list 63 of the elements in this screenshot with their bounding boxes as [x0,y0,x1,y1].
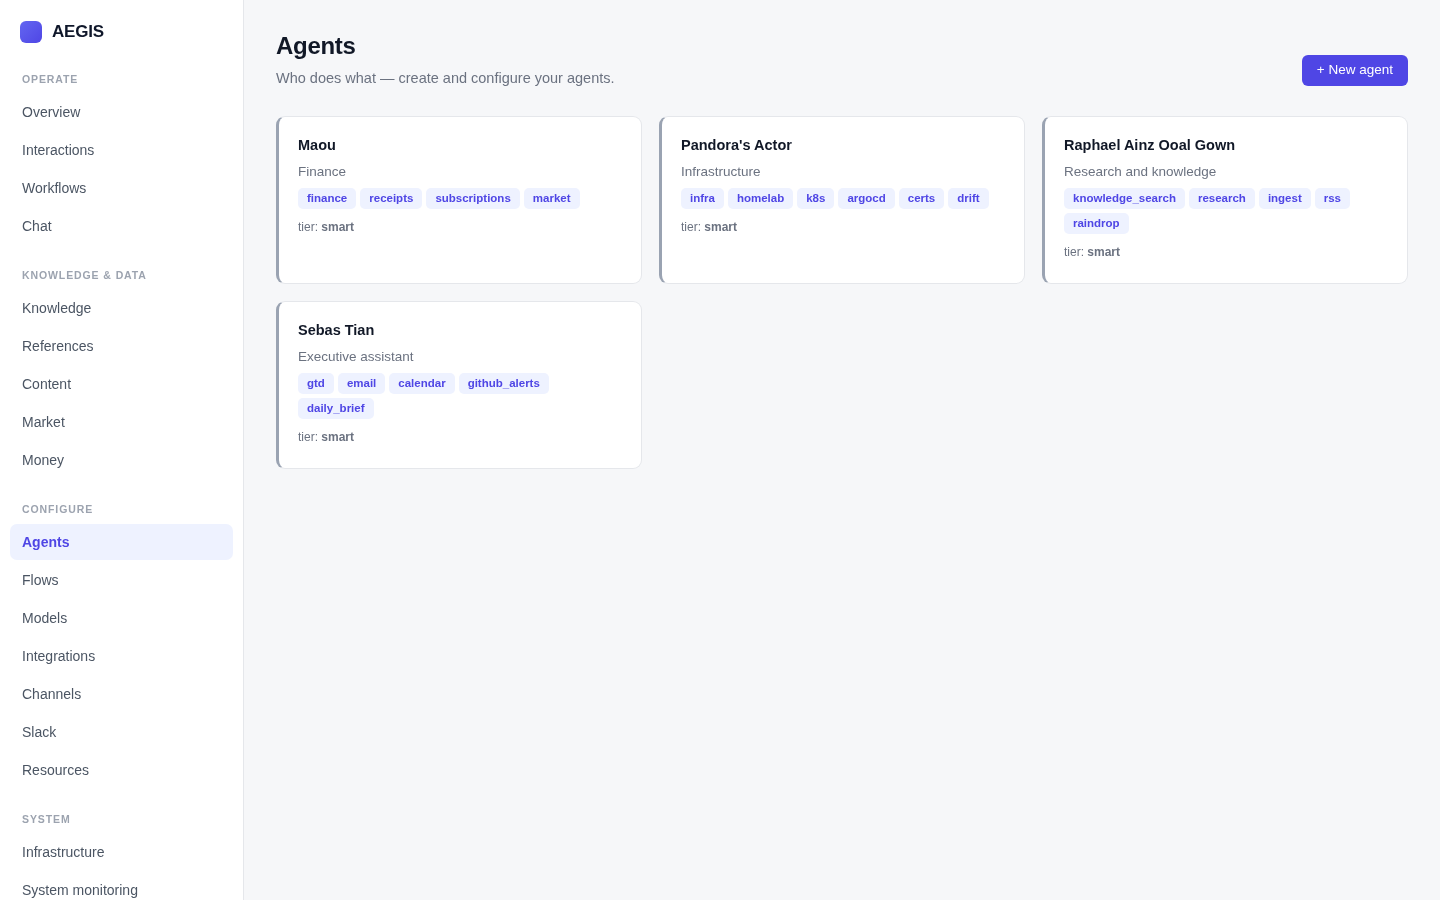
agent-name: Sebas Tian [298,321,376,340]
sidebar-item[interactable]: Agents [10,523,233,560]
agent-name: Raphael Ainz Ooal Gown [1064,136,1237,155]
skill-tag: knowledge_search [1064,188,1185,209]
skill-tag: k8s [797,188,835,209]
agent-role: Infrastructure [681,163,762,181]
skill-tag: ingest [1258,188,1311,209]
brand-name: AEGIS [52,21,104,43]
skill-tag: email [337,373,386,394]
sidebar-item[interactable]: Interactions [10,131,233,168]
agent-name: Pandora's Actor [681,136,793,155]
agent-card[interactable]: Pandora's Actor Infrastructure infra homelab k8s argocd certs drift tier: smart [659,116,1025,284]
agent-card[interactable]: Sebas Tian Executive assistant gtd email calendar github_alerts daily_brief tier: smart [276,301,642,469]
tier-text: tier: smart [298,219,356,235]
skill-tag: gtd [298,373,334,394]
agent-role: Finance [298,163,348,181]
agent-role: Executive assistant [298,348,415,366]
sidebar-item[interactable]: System monitoring [10,871,233,900]
skill-tag: subscriptions [426,188,520,209]
tier-text: tier: smart [681,219,739,235]
skill-tag: argocd [838,188,895,209]
agent-role: Research and knowledge [1064,163,1218,181]
sidebar-item[interactable]: Workflows [10,169,233,206]
skill-tag: research [1188,188,1255,209]
section-heading: OPERATE [21,71,79,86]
sidebar-item[interactable]: Market [10,403,233,440]
sidebar-item[interactable]: Resources [10,751,233,788]
skill-tag: raindrop [1064,213,1129,234]
section-heading: SYSTEM [21,811,71,826]
sidebar-item[interactable]: Infrastructure [10,833,233,870]
tier-text: tier: smart [1064,244,1122,260]
section-heading: KNOWLEDGE & DATA [21,267,147,282]
sidebar-item[interactable]: Money [10,441,233,478]
skill-tag: rss [1314,188,1351,209]
skill-tag: certs [898,188,945,209]
sidebar-item[interactable]: Content [10,365,233,402]
logo-square-icon [20,20,42,43]
sidebar-item[interactable]: Knowledge [10,289,233,326]
skill-tag: daily_brief [298,398,374,419]
skill-tag: infra [681,188,724,209]
sidebar-item[interactable]: Chat [10,207,233,244]
page-title: Agents [276,32,357,60]
new-agent-button[interactable]: + New agent [1301,55,1408,86]
skill-tag: drift [948,188,989,209]
skill-tag: receipts [360,188,423,209]
agent-name: Maou [298,136,337,155]
skill-tag: calendar [389,373,455,394]
skill-tag: market [523,188,580,209]
page-subtitle: Who does what — create and configure your agents. [276,69,615,88]
section-heading: CONFIGURE [21,501,94,516]
sidebar-item[interactable]: Models [10,599,233,636]
sidebar-item[interactable]: Channels [10,675,233,712]
sidebar-item[interactable]: Integrations [10,637,233,674]
sidebar-item[interactable]: Slack [10,713,233,750]
agent-card[interactable]: Raphael Ainz Ooal Gown Research and knowledge knowledge_search research ingest rss raindrop tier: smart [1042,116,1408,284]
skill-tag: homelab [727,188,794,209]
tier-text: tier: smart [298,429,356,445]
sidebar-item[interactable]: Overview [10,93,233,130]
sidebar-item[interactable]: Flows [10,561,233,598]
sidebar-item[interactable]: References [10,327,233,364]
skill-tag: github_alerts [458,373,549,394]
skill-tag: finance [298,188,357,209]
agent-card[interactable]: Maou Finance finance receipts subscriptions market tier: smart [276,116,642,284]
